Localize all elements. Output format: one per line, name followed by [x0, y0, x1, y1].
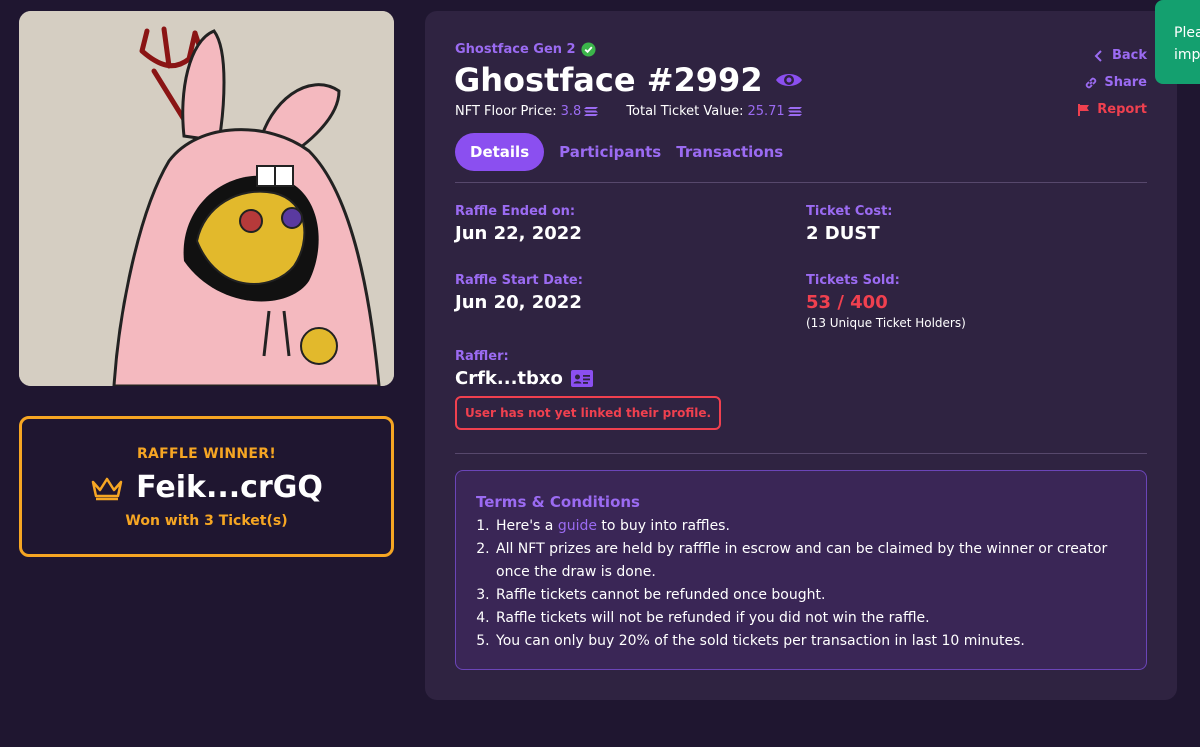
price-row: NFT Floor Price: 3.8 Total Ticket Value:… [455, 104, 802, 119]
unique-holders: (13 Unique Ticket Holders) [806, 316, 966, 330]
collection-name[interactable]: Ghostface Gen 2 [455, 42, 596, 57]
raffler-label: Raffler: [455, 349, 509, 364]
raffle-start-field: Raffle Start Date: Jun 20, 2022 [455, 273, 583, 313]
tickets-sold-label: Tickets Sold: [806, 273, 900, 288]
ticket-cost-label: Ticket Cost: [806, 204, 893, 219]
nft-image [19, 11, 394, 386]
terms-item: All NFT prizes are held by rafffle in es… [494, 538, 1126, 584]
terms-item: Raffle tickets cannot be refunded once b… [494, 584, 1126, 607]
collection-label[interactable]: Ghostface Gen 2 [455, 42, 576, 57]
raffle-ended-field: Raffle Ended on: Jun 22, 2022 [455, 204, 582, 244]
raffle-details-panel: Ghostface Gen 2 Ghostface #2992 NFT Floo… [425, 11, 1177, 700]
divider [455, 182, 1147, 183]
raffle-ended-label: Raffle Ended on: [455, 204, 576, 219]
ghostface-bunny-illustration [19, 11, 394, 386]
back-link[interactable]: Back [1077, 42, 1147, 69]
tab-transactions[interactable]: Transactions [676, 133, 783, 171]
tab-participants[interactable]: Participants [559, 133, 661, 171]
total-ticket-value-label: Total Ticket Value: [626, 104, 744, 119]
tab-details[interactable]: Details [455, 133, 545, 171]
verified-check-icon [581, 42, 596, 57]
floor-price-label: NFT Floor Price: [455, 104, 557, 119]
toast-text-line: imp [1174, 47, 1200, 63]
raffle-ended-value: Jun 22, 2022 [455, 223, 582, 244]
flag-icon [1078, 103, 1090, 116]
winner-heading: RAFFLE WINNER! [136, 446, 277, 462]
report-label[interactable]: Report [1097, 102, 1147, 117]
terms-and-conditions: Terms & Conditions Here's a guide to buy… [455, 470, 1147, 670]
back-label[interactable]: Back [1112, 48, 1147, 63]
divider [455, 453, 1147, 454]
nft-title: Ghostface #2992 [454, 61, 763, 99]
id-card-icon[interactable] [570, 370, 593, 387]
guide-link[interactable]: guide [558, 518, 597, 534]
share-link[interactable]: Share [1077, 69, 1147, 96]
solana-icon [584, 107, 599, 116]
share-label[interactable]: Share [1104, 75, 1147, 90]
terms-item-text: to buy into raffles. [596, 518, 730, 534]
profile-unlinked-notice: User has not yet linked their profile. [455, 396, 722, 430]
terms-item: Raffle tickets will not be refunded if y… [494, 607, 1126, 630]
ticket-cost-value: 2 DUST [806, 223, 880, 244]
raffle-start-value: Jun 20, 2022 [455, 292, 582, 313]
tickets-sold-value: 53 / 400 [806, 292, 888, 313]
crown-icon [91, 477, 123, 500]
terms-item-text: Here's a [496, 518, 558, 534]
side-actions: Back Share Report [1077, 42, 1147, 123]
terms-title: Terms & Conditions [476, 493, 640, 511]
toast-notification[interactable]: Plea imp [1155, 0, 1200, 84]
terms-item: You can only buy 20% of the sold tickets… [494, 630, 1126, 653]
ticket-cost-field: Ticket Cost: 2 DUST [806, 204, 893, 244]
winner-ticket-count: Won with 3 Ticket(s) [125, 513, 288, 529]
report-link[interactable]: Report [1077, 96, 1147, 123]
raffler-field: Raffler: Crfk...tbxo User has not yet li… [455, 349, 722, 430]
solana-icon [787, 107, 802, 116]
terms-list: Here's a guide to buy into raffles. All … [476, 515, 1126, 653]
chevron-left-icon [1094, 49, 1102, 62]
raffle-winner-card: RAFFLE WINNER! Feik...crGQ Won with 3 Ti… [19, 416, 394, 557]
total-ticket-value: 25.71 [747, 104, 785, 119]
tickets-sold-field: Tickets Sold: 53 / 400 (13 Unique Ticket… [806, 273, 966, 330]
raffle-start-label: Raffle Start Date: [455, 273, 583, 288]
link-icon [1086, 77, 1097, 88]
eye-icon[interactable] [775, 70, 803, 90]
terms-item: Here's a guide to buy into raffles. [494, 515, 1126, 538]
toast-text-line: Plea [1174, 25, 1200, 41]
floor-price-value: 3.8 [560, 104, 582, 119]
detail-tabs: Details Participants Transactions [455, 133, 783, 171]
raffler-address[interactable]: Crfk...tbxo [455, 368, 563, 389]
winner-address[interactable]: Feik...crGQ [136, 470, 323, 505]
